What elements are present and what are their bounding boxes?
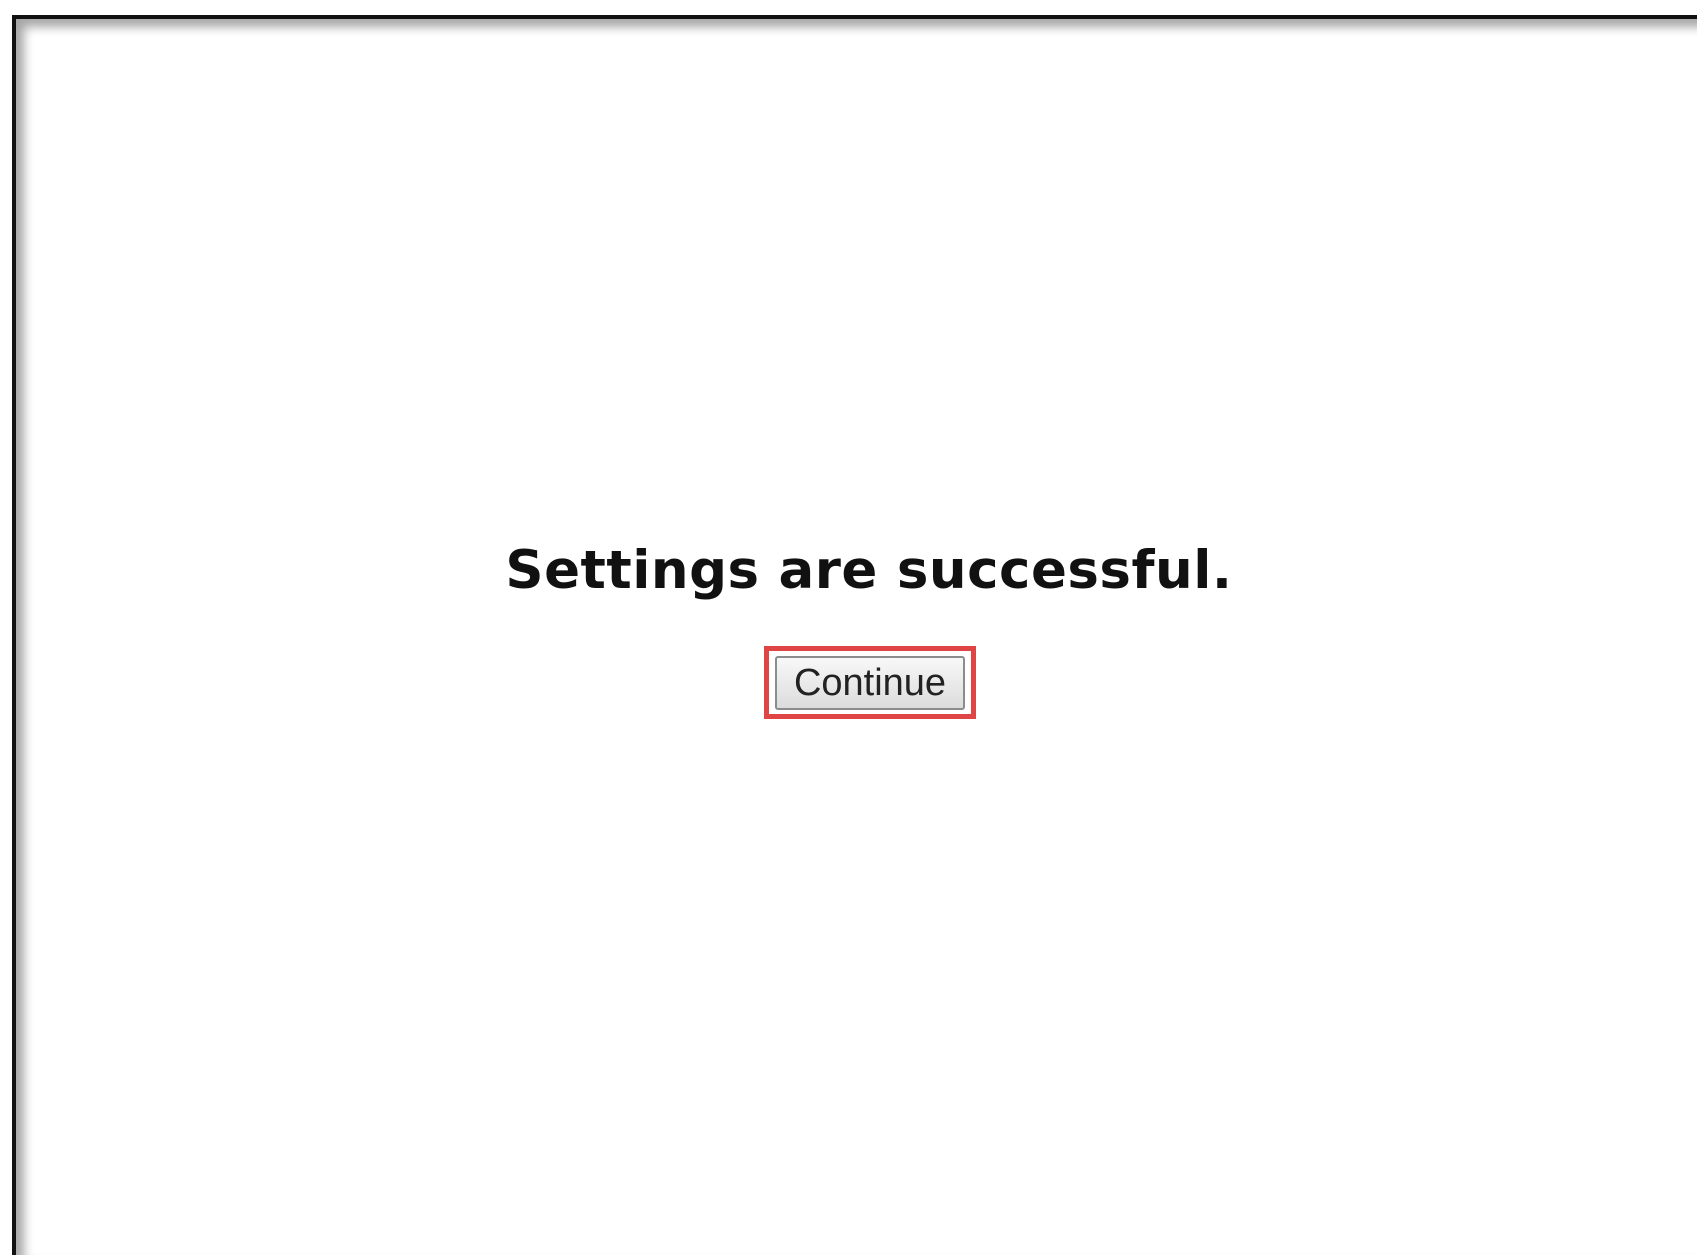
success-message: Settings are successful.	[505, 540, 1233, 601]
page-content: Settings are successful. Continue	[14, 15, 1697, 1255]
continue-button[interactable]: Continue	[775, 656, 965, 710]
continue-button-highlight: Continue	[764, 646, 976, 719]
